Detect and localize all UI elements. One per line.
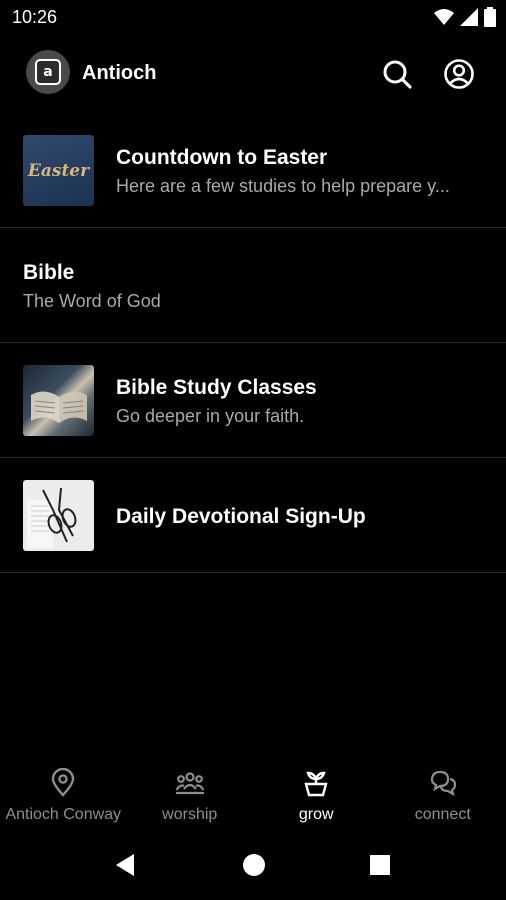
list-item-title: Bible Study Classes: [116, 376, 317, 399]
glasses-book-image: [27, 487, 77, 548]
status-icons: [434, 7, 496, 27]
nav-item-grow[interactable]: grow: [253, 760, 380, 832]
church-logo-mark: a: [35, 59, 61, 85]
list-item-title: Bible: [23, 261, 75, 284]
sprout-pot-icon: [304, 771, 328, 797]
list-item-subtitle: The Word of God: [23, 291, 161, 311]
list-item-bible-study-classes[interactable]: Bible Study Classes Go deeper in your fa…: [0, 343, 506, 458]
list-item-text: Bible Study Classes Go deeper in your fa…: [116, 376, 480, 427]
church-logo-avatar[interactable]: a: [26, 50, 70, 94]
nav-label: connect: [414, 806, 471, 823]
back-triangle-icon[interactable]: [112, 851, 140, 879]
nav-label: worship: [162, 806, 218, 823]
list-item-bible[interactable]: Bible The Word of God: [0, 228, 506, 343]
wifi-icon: [434, 9, 454, 25]
open-book-image: [31, 391, 87, 423]
list-item-text: Daily Devotional Sign-Up: [116, 505, 480, 529]
glasses-on-book-thumbnail: [23, 480, 94, 551]
bottom-navigation: Antioch Conway worship grow connect: [0, 760, 506, 832]
list-item-text: Bible The Word of God: [23, 261, 480, 312]
open-bible-thumbnail: [23, 365, 94, 436]
list-item-daily-devotional-sign-up[interactable]: Daily Devotional Sign-Up: [0, 458, 506, 573]
list-item-text: Countdown to Easter Here are a few studi…: [116, 146, 480, 197]
cell-signal-icon: [460, 8, 478, 26]
nav-item-antioch-conway[interactable]: Antioch Conway: [0, 760, 127, 832]
recents-square-icon[interactable]: [366, 851, 394, 879]
nav-item-connect[interactable]: connect: [380, 760, 506, 832]
list-item-subtitle: Go deeper in your faith.: [116, 406, 305, 426]
list-item-title: Daily Devotional Sign-Up: [116, 505, 366, 528]
status-time: 10:26: [12, 7, 58, 27]
nav-label: grow: [298, 806, 334, 823]
nav-label: Antioch Conway: [5, 806, 122, 823]
list-item-subtitle: Here are a few studies to help prepare y…: [116, 176, 450, 196]
nav-item-worship[interactable]: worship: [127, 760, 254, 832]
easter-thumbnail-text: Easter: [27, 160, 90, 181]
account-icon[interactable]: [443, 58, 475, 90]
grow-content-list: Easter Countdown to Easter Here are a fe…: [0, 113, 506, 573]
list-item-countdown-to-easter[interactable]: Easter Countdown to Easter Here are a fe…: [0, 113, 506, 228]
app-bar: a Antioch: [0, 48, 506, 102]
app-title: Antioch: [82, 62, 157, 84]
battery-icon: [484, 7, 496, 27]
location-pin-icon: [52, 768, 75, 797]
home-circle-icon[interactable]: [240, 851, 268, 879]
people-group-icon: [175, 772, 205, 795]
list-item-title: Countdown to Easter: [116, 146, 328, 169]
system-navigation-bar: [0, 835, 506, 895]
status-bar: 10:26: [0, 0, 506, 36]
easter-thumbnail: Easter: [23, 135, 94, 206]
search-icon[interactable]: [381, 58, 413, 90]
chat-bubbles-icon: [430, 770, 456, 797]
